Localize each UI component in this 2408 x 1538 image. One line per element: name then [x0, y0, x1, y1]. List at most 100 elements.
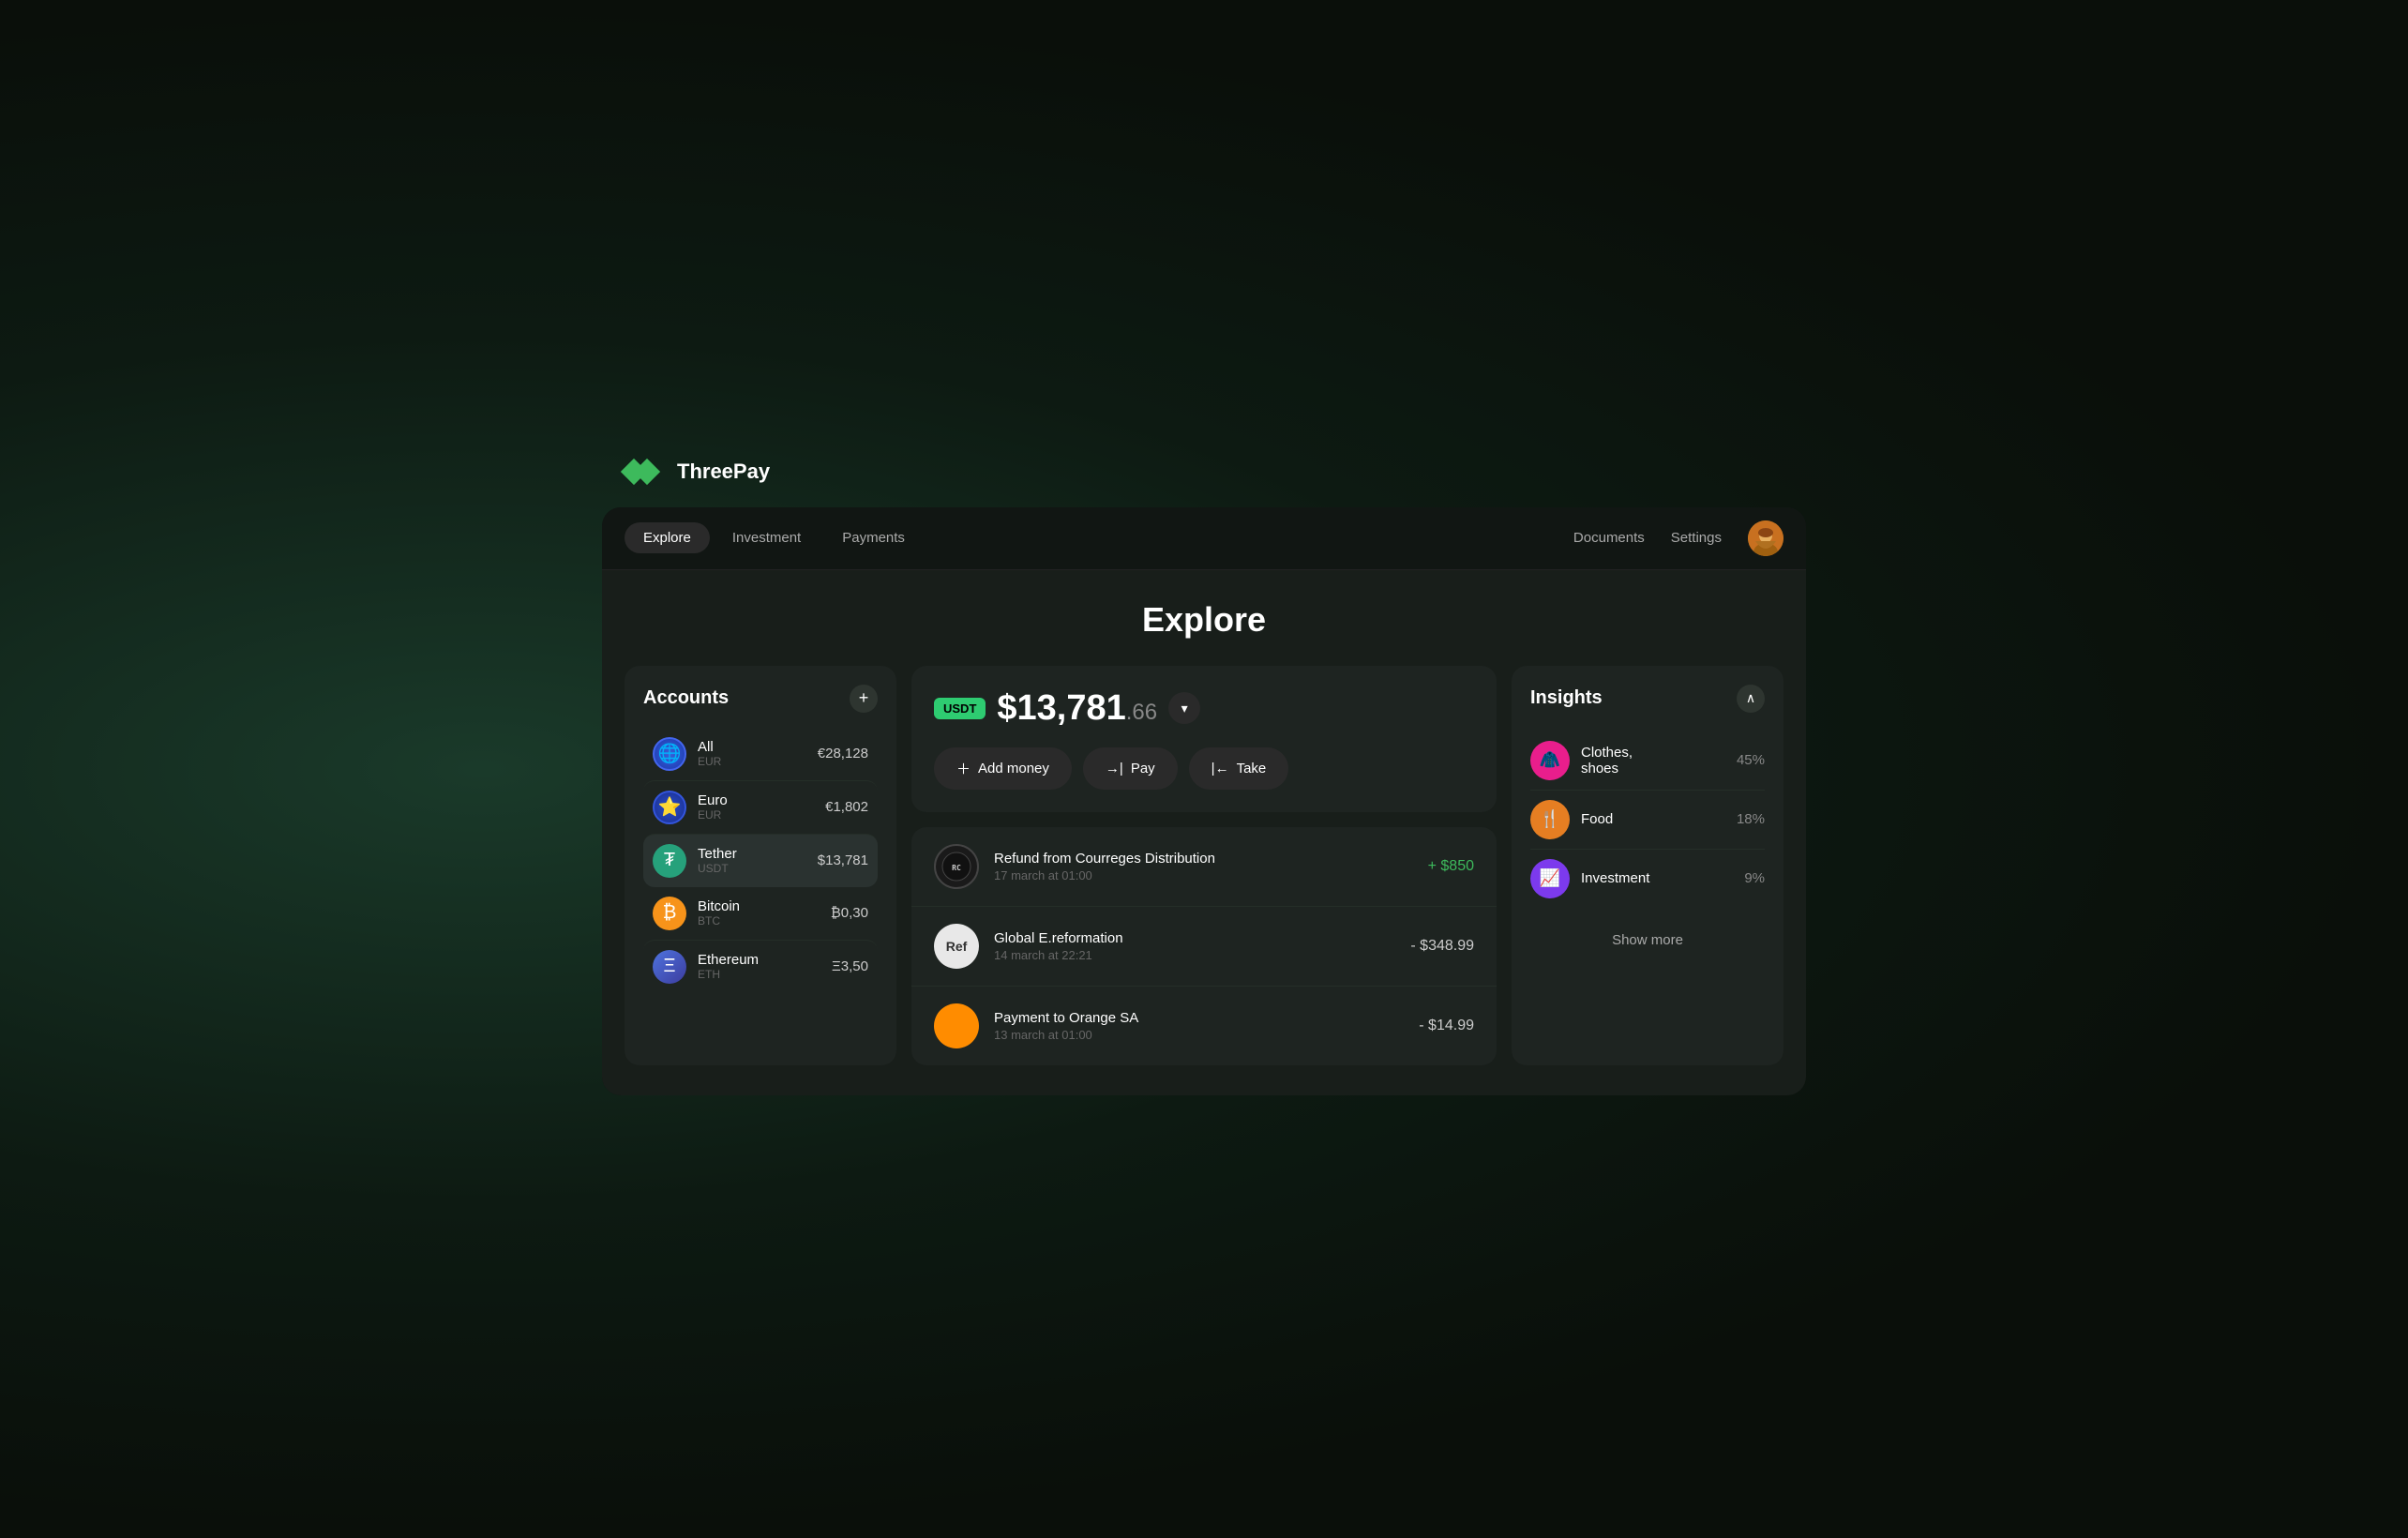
insight-item-clothes[interactable]: 🧥 Clothes,shoes 45%: [1530, 731, 1765, 790]
insights-panel: Insights ∧ 🧥 Clothes,shoes 45% 🍴 Food 18…: [1512, 666, 1783, 1065]
tx-info-tx3: Payment to Orange SA 13 march at 01:00: [994, 1010, 1404, 1042]
nav-documents[interactable]: Documents: [1573, 530, 1645, 546]
tab-payments[interactable]: Payments: [823, 522, 924, 553]
logo-icon: [625, 459, 666, 485]
insight-pct-clothes: 45%: [1737, 752, 1765, 768]
middle-col: USDT $13,781.66 ▾ ＋ Add money: [911, 666, 1497, 1065]
insight-icon-clothes: 🧥: [1530, 741, 1570, 780]
app-name: ThreePay: [677, 460, 770, 484]
nav-bar: Explore Investment Payments Documents Se…: [602, 507, 1806, 570]
balance-row: USDT $13,781.66 ▾: [934, 688, 1474, 729]
account-sub-bitcoin: BTC: [698, 914, 820, 927]
svg-text:RC: RC: [952, 864, 961, 872]
nav-right: Documents Settings: [1573, 520, 1783, 556]
pay-label: Pay: [1131, 761, 1155, 777]
account-sub-ethereum: ETH: [698, 968, 820, 981]
account-balance-tether: $13,781: [818, 852, 868, 868]
account-sub-tether: USDT: [698, 862, 806, 875]
tx-name-tx3: Payment to Orange SA: [994, 1010, 1404, 1026]
transaction-item-tx3[interactable]: Payment to Orange SA 13 march at 01:00 -…: [911, 986, 1497, 1065]
nav-tabs: Explore Investment Payments: [625, 522, 1573, 553]
account-item-bitcoin[interactable]: ₿ Bitcoin BTC ₿0,30: [643, 887, 878, 940]
insight-item-investment[interactable]: 📈 Investment 9%: [1530, 849, 1765, 908]
tx-name-tx2: Global E.reformation: [994, 930, 1395, 946]
tx-date-tx2: 14 march at 22:21: [994, 948, 1395, 962]
balance-main: $13,781: [997, 688, 1125, 728]
tx-icon-tx1: RC: [934, 844, 979, 889]
accounts-header: Accounts +: [643, 685, 878, 713]
account-icon-ethereum: Ξ: [653, 950, 686, 984]
account-balance-bitcoin: ₿0,30: [831, 905, 868, 921]
balance-amount: $13,781.66: [997, 688, 1157, 729]
insights-list: 🧥 Clothes,shoes 45% 🍴 Food 18% 📈 Investm…: [1530, 731, 1765, 908]
take-icon: |←: [1212, 761, 1229, 777]
balance-dropdown-button[interactable]: ▾: [1168, 692, 1200, 724]
show-more-button[interactable]: Show more: [1530, 923, 1765, 957]
insight-icon-food: 🍴: [1530, 800, 1570, 839]
account-name-euro: Euro: [698, 792, 814, 808]
accounts-title: Accounts: [643, 687, 729, 709]
tab-explore[interactable]: Explore: [625, 522, 710, 553]
account-name-ethereum: Ethereum: [698, 952, 820, 968]
insights-collapse-button[interactable]: ∧: [1737, 685, 1765, 713]
tx-name-tx1: Refund from Courreges Distribution: [994, 851, 1413, 867]
account-balance-euro: €1,802: [825, 799, 868, 815]
account-icon-tether: ₮: [653, 844, 686, 878]
insight-pct-investment: 9%: [1744, 870, 1765, 886]
add-money-button[interactable]: ＋ Add money: [934, 747, 1072, 790]
insight-item-food[interactable]: 🍴 Food 18%: [1530, 790, 1765, 849]
tx-date-tx1: 17 march at 01:00: [994, 868, 1413, 882]
account-info-all: All EUR: [698, 739, 806, 768]
tx-amount-tx1: + $850: [1428, 858, 1474, 875]
tx-info-tx2: Global E.reformation 14 march at 22:21: [994, 930, 1395, 962]
page-title: Explore: [625, 600, 1783, 640]
avatar[interactable]: [1748, 520, 1783, 556]
account-info-ethereum: Ethereum ETH: [698, 952, 820, 981]
transactions-list: RC Refund from Courreges Distribution 17…: [911, 827, 1497, 1065]
account-item-ethereum[interactable]: Ξ Ethereum ETH Ξ3,50: [643, 940, 878, 993]
account-icon-all: 🌐: [653, 737, 686, 771]
columns: Accounts + 🌐 All EUR €28,128 ⭐ Euro EUR …: [625, 666, 1783, 1065]
account-sub-euro: EUR: [698, 808, 814, 822]
main-card: Explore Investment Payments Documents Se…: [602, 507, 1806, 1095]
tx-amount-tx3: - $14.99: [1419, 1018, 1474, 1034]
account-item-euro[interactable]: ⭐ Euro EUR €1,802: [643, 780, 878, 834]
tx-icon-tx3: [934, 1003, 979, 1048]
pay-icon: →|: [1106, 761, 1123, 777]
add-money-icon: ＋: [956, 759, 971, 778]
account-info-tether: Tether USDT: [698, 846, 806, 875]
transaction-item-tx1[interactable]: RC Refund from Courreges Distribution 17…: [911, 827, 1497, 906]
account-name-tether: Tether: [698, 846, 806, 862]
transactions-panel: RC Refund from Courreges Distribution 17…: [911, 827, 1497, 1065]
action-buttons: ＋ Add money →| Pay |← Take: [934, 747, 1474, 790]
transaction-item-tx2[interactable]: Ref Global E.reformation 14 march at 22:…: [911, 906, 1497, 986]
avatar-image: [1748, 520, 1783, 556]
account-name-all: All: [698, 739, 806, 755]
content: Explore Accounts + 🌐 All EUR €28,128 ⭐ E…: [602, 570, 1806, 1095]
take-label: Take: [1237, 761, 1267, 777]
add-money-label: Add money: [978, 761, 1049, 777]
tx-icon-tx2: Ref: [934, 924, 979, 969]
logo-area: ThreePay: [625, 459, 770, 485]
insight-label-food: Food: [1581, 811, 1725, 827]
balance-panel: USDT $13,781.66 ▾ ＋ Add money: [911, 666, 1497, 812]
account-info-bitcoin: Bitcoin BTC: [698, 898, 820, 927]
account-sub-all: EUR: [698, 755, 806, 768]
tx-date-tx3: 13 march at 01:00: [994, 1028, 1404, 1042]
tab-investment[interactable]: Investment: [714, 522, 820, 553]
account-item-tether[interactable]: ₮ Tether USDT $13,781: [643, 834, 878, 887]
add-account-button[interactable]: +: [850, 685, 878, 713]
top-bar: ThreePay: [602, 444, 1806, 500]
account-item-all[interactable]: 🌐 All EUR €28,128: [643, 728, 878, 780]
take-button[interactable]: |← Take: [1189, 747, 1289, 790]
insight-label-clothes: Clothes,shoes: [1581, 745, 1725, 777]
insight-label-investment: Investment: [1581, 870, 1733, 886]
nav-settings[interactable]: Settings: [1671, 530, 1722, 546]
pay-button[interactable]: →| Pay: [1083, 747, 1178, 790]
insight-pct-food: 18%: [1737, 811, 1765, 827]
insights-header: Insights ∧: [1530, 685, 1765, 713]
tx-amount-tx2: - $348.99: [1410, 938, 1474, 955]
account-balance-ethereum: Ξ3,50: [832, 958, 868, 974]
account-info-euro: Euro EUR: [698, 792, 814, 822]
currency-badge: USDT: [934, 698, 986, 719]
